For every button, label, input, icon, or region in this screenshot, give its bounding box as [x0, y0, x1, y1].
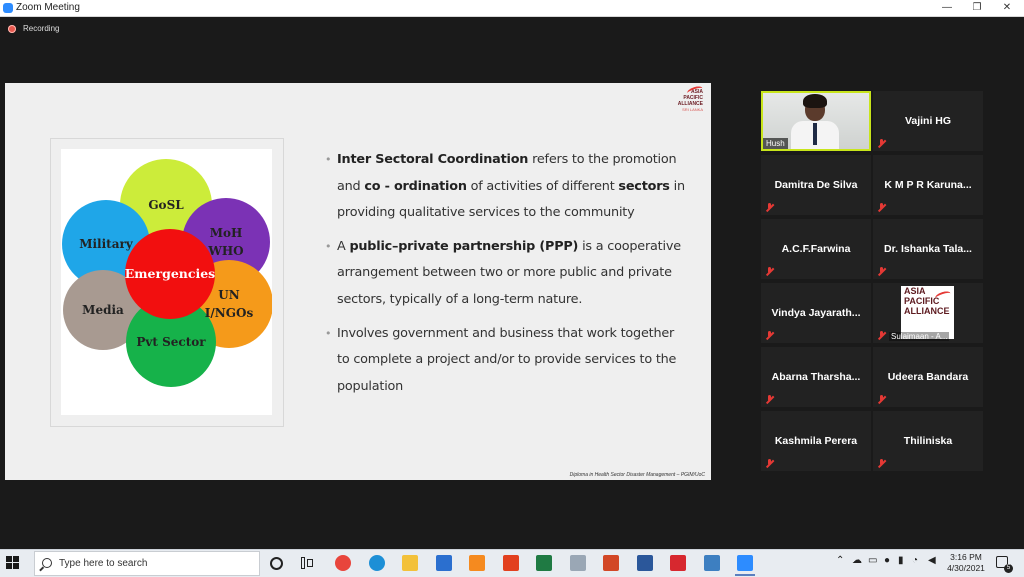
- notification-count: 5: [1004, 564, 1013, 573]
- participant-name: Vajini HG: [904, 115, 952, 127]
- participant-tile-abarna-tharsha[interactable]: Abarna Tharsha...: [761, 347, 871, 407]
- muted-mic-icon: [765, 395, 774, 404]
- clock-time: 3:16 PM: [950, 552, 982, 562]
- photos-icon[interactable]: [703, 555, 720, 571]
- bullet-list: Inter Sectoral Coordination refers to th…: [325, 147, 685, 407]
- participant-tile-vindya-jayarath[interactable]: Vindya Jayarath...: [761, 283, 871, 343]
- participant-tile-dr-ishanka-tala[interactable]: Dr. Ishanka Tala...: [873, 219, 983, 279]
- title-bar: Zoom Meeting — ❐ ✕: [0, 0, 1024, 17]
- paint-icon[interactable]: [569, 555, 586, 571]
- windows-taskbar: Type here to search ⌃ ☁ ▭ ● ▮ ◔ ◀ 3:16 P…: [0, 549, 1024, 577]
- volume-icon[interactable]: ◀: [928, 555, 936, 566]
- sector-label-un-ingos: I/NGOs: [205, 306, 254, 320]
- muted-mic-icon: [765, 331, 774, 340]
- sector-label-moh-who: MoH: [210, 226, 243, 240]
- wifi-icon[interactable]: ◔: [912, 555, 918, 566]
- participant-name: K M P R Karuna...: [884, 179, 972, 191]
- minimize-button[interactable]: —: [932, 0, 962, 16]
- sector-label-un-ingos: UN: [218, 288, 239, 302]
- participant-name: Sulaimaan - A...: [889, 332, 950, 341]
- logo-line: SRI LANKA: [682, 107, 703, 112]
- onedrive-icon[interactable]: ▭: [868, 555, 877, 566]
- recording-icon: [8, 25, 16, 33]
- start-button[interactable]: [6, 556, 20, 570]
- sector-label-pvt-sector: Pvt Sector: [136, 335, 206, 349]
- sector-diagram: GoSL Military MoH WHO UN I/NGOs Media Pvt Secto…: [61, 149, 272, 415]
- participant-tile-kashmila-perera[interactable]: Kashmila Perera: [761, 411, 871, 471]
- muted-mic-icon: [765, 459, 774, 468]
- recording-label: Recording: [23, 24, 60, 33]
- participant-tile-a-c-f-farwina[interactable]: A.C.F.Farwina: [761, 219, 871, 279]
- slide-footer: Diploma in Health Sector Disaster Manage…: [569, 472, 705, 478]
- muted-mic-icon: [765, 267, 774, 276]
- task-view-icon[interactable]: [301, 557, 313, 569]
- participant-tile-k-m-p-r-karuna[interactable]: K M P R Karuna...: [873, 155, 983, 215]
- muted-mic-icon: [877, 331, 886, 340]
- search-icon: [42, 558, 52, 568]
- search-placeholder: Type here to search: [59, 558, 148, 569]
- muted-mic-icon: [877, 395, 886, 404]
- vlc-icon[interactable]: [469, 555, 485, 571]
- mail-icon[interactable]: [435, 555, 452, 571]
- muted-mic-icon: [877, 459, 886, 468]
- participant-tile-thiliniska[interactable]: Thiliniska: [873, 411, 983, 471]
- participant-name: Damitra De Silva: [774, 179, 858, 191]
- edge-icon[interactable]: [368, 555, 385, 571]
- participant-name: Abarna Tharsha...: [771, 371, 861, 383]
- participant-name: Vindya Jayarath...: [771, 307, 861, 319]
- acrobat-icon[interactable]: [670, 555, 686, 571]
- participant-video-tile[interactable]: Hush: [761, 91, 871, 151]
- participant-name: Udeera Bandara: [887, 371, 969, 383]
- sector-label-military: Military: [79, 237, 134, 251]
- bullet-item: Involves government and business that wo…: [325, 321, 685, 401]
- word-icon[interactable]: [636, 555, 653, 571]
- close-button[interactable]: ✕: [992, 0, 1022, 16]
- participant-tile-udeera-bandara[interactable]: Udeera Bandara: [873, 347, 983, 407]
- bullet-item: A public–private partnership (PPP) is a …: [325, 234, 685, 314]
- window-title: Zoom Meeting: [16, 2, 80, 13]
- clock-date: 4/30/2021: [947, 563, 985, 573]
- sector-diagram-frame: GoSL Military MoH WHO UN I/NGOs Media Pvt Secto…: [50, 138, 284, 427]
- maximize-button[interactable]: ❐: [962, 0, 992, 16]
- taskbar-clock[interactable]: 3:16 PM 4/30/2021: [946, 552, 986, 574]
- participant-tile-sulaimaan-a[interactable]: ASIA PACIFIC ALLIANCE Sulaimaan - A...: [873, 283, 983, 343]
- sector-label-media: Media: [82, 303, 124, 317]
- muted-mic-icon: [765, 203, 774, 212]
- participant-name: Hush: [763, 138, 788, 149]
- microphone-icon[interactable]: ●: [884, 555, 890, 566]
- sector-label-gosl: GoSL: [148, 198, 184, 212]
- excel-icon[interactable]: [536, 555, 552, 571]
- muted-mic-icon: [877, 203, 886, 212]
- network-icon[interactable]: ☁: [852, 555, 862, 566]
- muted-mic-icon: [877, 139, 886, 148]
- sector-label-moh-who: WHO: [207, 244, 243, 258]
- muted-mic-icon: [877, 267, 886, 276]
- participant-name: Thiliniska: [903, 435, 953, 447]
- participant-name: Dr. Ishanka Tala...: [884, 243, 972, 255]
- powerpoint-icon[interactable]: [603, 555, 619, 571]
- office-icon[interactable]: [502, 555, 519, 571]
- battery-icon[interactable]: ▮: [898, 555, 904, 566]
- sector-label-emergencies: Emergencies: [125, 266, 215, 281]
- show-hidden-icons[interactable]: ⌃: [836, 555, 844, 566]
- sector-circles-svg: GoSL Military MoH WHO UN I/NGOs Media Pvt Secto…: [62, 159, 272, 387]
- taskbar-search[interactable]: Type here to search: [34, 551, 260, 576]
- asia-pacific-alliance-logo: ASIA PACIFIC ALLIANCE SRI LANKA: [659, 84, 704, 113]
- zoom-app-icon: [3, 3, 13, 13]
- chrome-icon[interactable]: [335, 555, 351, 571]
- participant-tile-vajini-hg[interactable]: Vajini HG: [873, 91, 983, 151]
- file-explorer-icon[interactable]: [402, 555, 418, 571]
- participant-name: A.C.F.Farwina: [781, 243, 851, 255]
- cortana-icon[interactable]: [270, 557, 283, 570]
- bullet-item: Inter Sectoral Coordination refers to th…: [325, 147, 685, 227]
- participant-tile-damitra-de-silva[interactable]: Damitra De Silva: [761, 155, 871, 215]
- participant-name: Kashmila Perera: [774, 435, 858, 447]
- shared-screen-slide: ASIA PACIFIC ALLIANCE SRI LANKA GoSL Mili…: [5, 83, 711, 480]
- zoom-icon[interactable]: [735, 555, 755, 576]
